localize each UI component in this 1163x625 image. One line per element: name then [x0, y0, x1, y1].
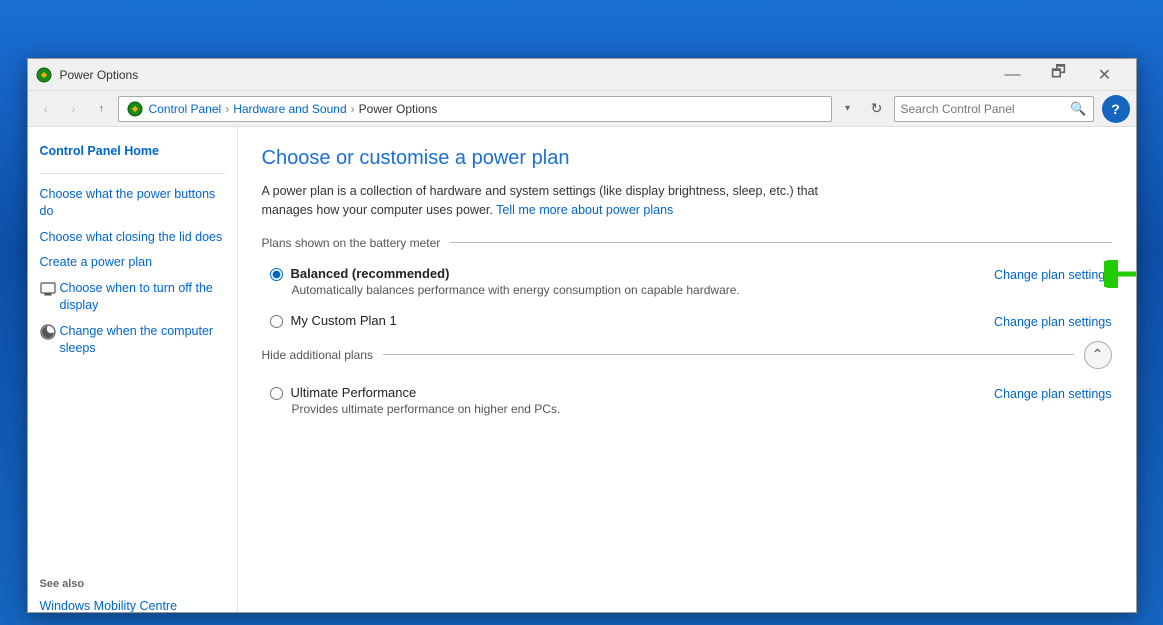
radio-custom[interactable] — [270, 315, 283, 328]
plan-right-balanced: Change plan settings — [994, 266, 1111, 282]
breadcrumb-control-panel[interactable]: Control Panel — [149, 102, 222, 116]
plan-name-ultimate: Ultimate Performance — [291, 385, 417, 400]
plan-row-ultimate: Ultimate Performance Provides ultimate p… — [262, 381, 1112, 420]
plan-desc-ultimate: Provides ultimate performance on higher … — [292, 402, 561, 416]
help-button[interactable]: ? — [1102, 95, 1130, 123]
plan-name-row-ultimate: Ultimate Performance — [270, 385, 561, 400]
search-box: 🔍 — [894, 96, 1094, 122]
window-title: Power Options — [60, 68, 990, 82]
see-also-title: See also — [28, 562, 237, 594]
plan-row-custom: My Custom Plan 1 Change plan settings — [262, 309, 1112, 333]
hide-plans-section-header: Hide additional plans ⌃ — [262, 341, 1112, 369]
sidebar-item-closing-lid[interactable]: Choose what closing the lid does — [28, 225, 237, 251]
refresh-button[interactable]: ↻ — [864, 96, 890, 122]
close-button[interactable]: ✕ — [1082, 59, 1128, 91]
sidebar-item-turn-off-display[interactable]: Choose when to turn off the display — [28, 276, 237, 319]
collapse-button[interactable]: ⌃ — [1084, 341, 1112, 369]
monitor-icon — [40, 281, 56, 297]
breadcrumb-hardware-sound[interactable]: Hardware and Sound — [233, 102, 346, 116]
plan-left-balanced: Balanced (recommended) Automatically bal… — [270, 266, 740, 297]
titlebar: Power Options — 🗗 ✕ — [28, 59, 1136, 91]
plan-name-row-balanced: Balanced (recommended) — [270, 266, 740, 281]
plan-left-ultimate: Ultimate Performance Provides ultimate p… — [270, 385, 561, 416]
maximize-button[interactable]: 🗗 — [1036, 59, 1082, 91]
breadcrumb-bar: Control Panel › Hardware and Sound › Pow… — [118, 96, 832, 122]
plan-name-row-custom: My Custom Plan 1 — [270, 313, 397, 328]
search-input[interactable] — [901, 102, 1071, 116]
content-pane: Choose or customise a power plan A power… — [238, 127, 1136, 612]
sidebar-item-computer-sleeps[interactable]: Change when the computer sleeps — [28, 319, 237, 362]
section-line-1 — [450, 242, 1111, 243]
change-plan-link-balanced[interactable]: Change plan settings — [994, 268, 1111, 282]
radio-ultimate[interactable] — [270, 387, 283, 400]
sidebar: Control Panel Home Choose what the power… — [28, 127, 238, 612]
up-button[interactable]: ↑ — [90, 97, 114, 121]
section-line-2 — [383, 354, 1074, 355]
learn-more-link[interactable]: Tell me more about power plans — [496, 203, 673, 217]
plan-name-balanced: Balanced (recommended) — [291, 266, 450, 281]
window-controls: — 🗗 ✕ — [990, 59, 1128, 91]
sidebar-item-create-power-plan[interactable]: Create a power plan — [28, 250, 237, 276]
sidebar-item-control-panel-home[interactable]: Control Panel Home — [28, 139, 237, 165]
main-area: Control Panel Home Choose what the power… — [28, 127, 1136, 612]
dropdown-button[interactable]: ▾ — [836, 97, 860, 121]
change-plan-link-custom[interactable]: Change plan settings — [994, 315, 1111, 329]
hide-plans-label: Hide additional plans — [262, 348, 373, 362]
page-title: Choose or customise a power plan — [262, 147, 1112, 170]
window-icon — [36, 67, 52, 83]
plans-section-header: Plans shown on the battery meter — [262, 236, 1112, 250]
plan-desc-balanced: Automatically balances performance with … — [292, 283, 740, 297]
minimize-button[interactable]: — — [990, 59, 1036, 91]
radio-balanced[interactable] — [270, 268, 283, 281]
search-icon: 🔍 — [1070, 101, 1086, 117]
plan-row-balanced: Balanced (recommended) Automatically bal… — [262, 262, 1112, 301]
back-button[interactable]: ‹ — [34, 97, 58, 121]
plans-section-label: Plans shown on the battery meter — [262, 236, 441, 250]
forward-button[interactable]: › — [62, 97, 86, 121]
sidebar-item-power-buttons[interactable]: Choose what the power buttons do — [28, 182, 237, 225]
change-plan-link-ultimate[interactable]: Change plan settings — [994, 387, 1111, 401]
breadcrumb-power-options: Power Options — [359, 102, 438, 116]
moon-icon — [40, 324, 56, 340]
content-description: A power plan is a collection of hardware… — [262, 182, 862, 220]
plan-left-custom: My Custom Plan 1 — [270, 313, 397, 328]
sidebar-divider-1 — [40, 173, 225, 174]
sidebar-item-windows-mobility[interactable]: Windows Mobility Centre — [28, 594, 237, 613]
addressbar: ‹ › ↑ Control Panel › Hardware and Sound… — [28, 91, 1136, 127]
power-options-window: Power Options — 🗗 ✕ ‹ › ↑ Control Panel … — [27, 58, 1137, 613]
plan-name-custom: My Custom Plan 1 — [291, 313, 397, 328]
